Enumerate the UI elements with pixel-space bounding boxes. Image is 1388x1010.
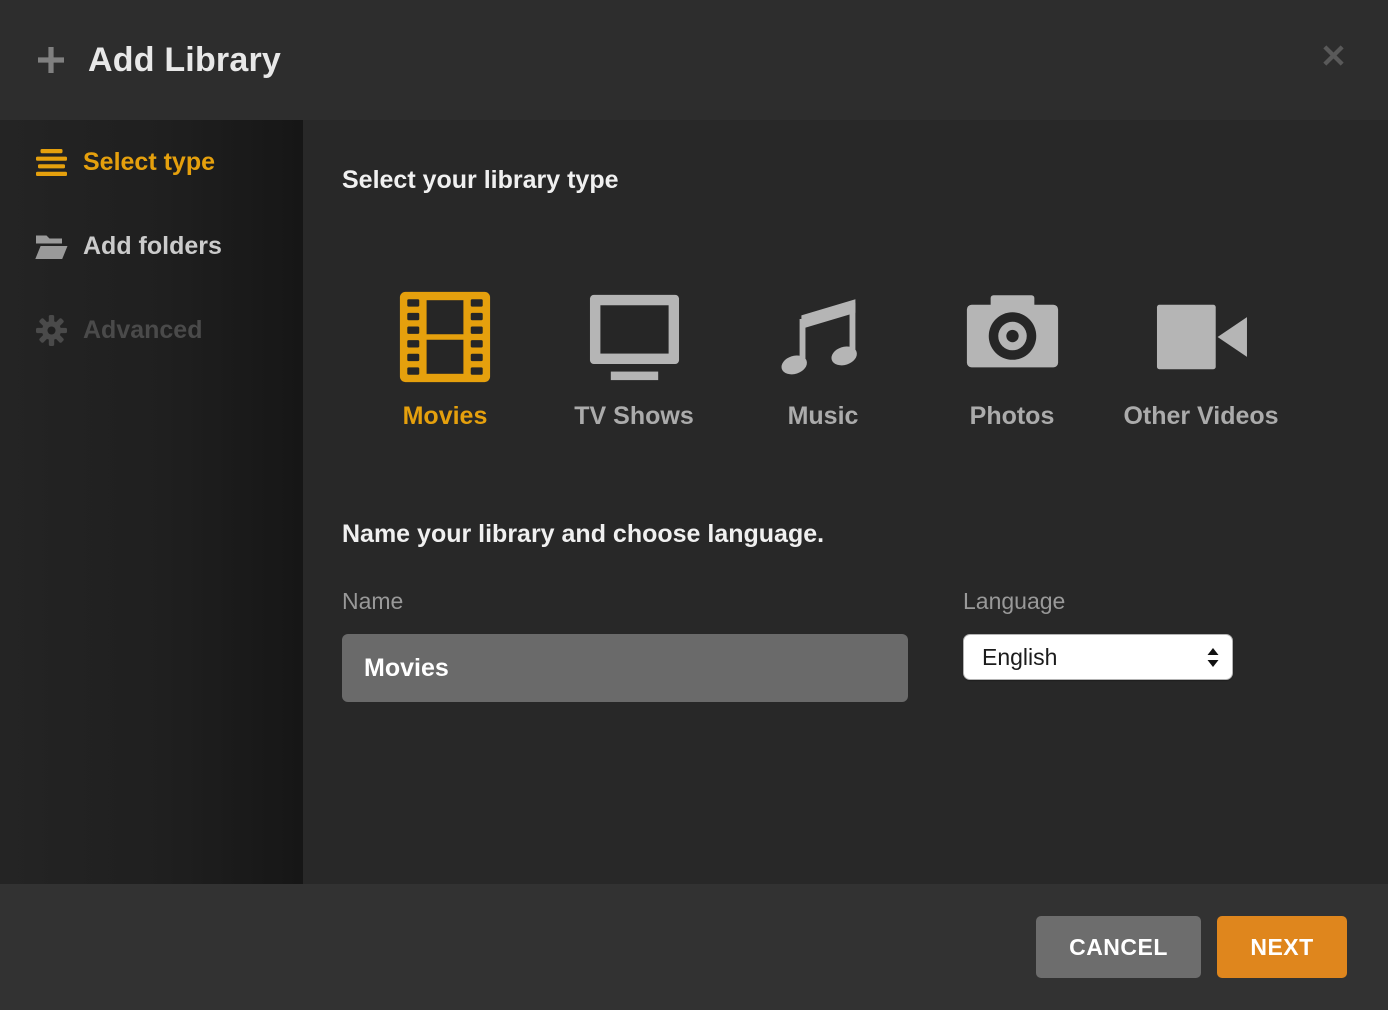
next-button[interactable]: NEXT — [1217, 916, 1347, 978]
library-type-label: Movies — [403, 402, 488, 431]
language-field-label: Language — [963, 588, 1065, 615]
library-type-heading: Select your library type — [342, 166, 619, 195]
library-name-input[interactable] — [342, 634, 908, 702]
music-note-icon — [778, 291, 868, 383]
library-type-tv-shows[interactable]: TV Shows — [558, 291, 710, 431]
library-type-movies[interactable]: Movies — [369, 291, 521, 431]
close-icon — [1320, 42, 1347, 72]
language-select[interactable]: English — [963, 634, 1233, 680]
wizard-steps-sidebar: Select type Add folders Advanc — [0, 120, 303, 884]
camera-icon — [965, 291, 1060, 383]
library-type-other-videos[interactable]: Other Videos — [1125, 291, 1277, 431]
video-camera-icon — [1154, 291, 1249, 383]
library-type-label: Other Videos — [1123, 402, 1278, 431]
dialog-header: Add Library — [0, 0, 1388, 120]
list-icon — [35, 148, 68, 177]
up-down-arrows-icon — [1207, 648, 1219, 667]
tv-icon — [587, 291, 682, 383]
name-field-label: Name — [342, 588, 403, 615]
library-type-label: Photos — [970, 402, 1055, 431]
dialog-content: Select your library type — [303, 120, 1388, 884]
dialog-footer: CANCEL NEXT — [0, 884, 1388, 1010]
library-type-photos[interactable]: Photos — [936, 291, 1088, 431]
folder-open-icon — [35, 233, 68, 260]
library-type-music[interactable]: Music — [747, 291, 899, 431]
sidebar-item-label: Advanced — [83, 316, 202, 345]
library-type-label: TV Shows — [574, 402, 693, 431]
sidebar-item-label: Add folders — [83, 232, 222, 261]
sidebar-item-advanced: Advanced — [0, 288, 303, 372]
cancel-button[interactable]: CANCEL — [1036, 916, 1201, 978]
sidebar-item-label: Select type — [83, 148, 215, 177]
film-strip-icon — [399, 291, 491, 383]
library-type-options: Movies TV Shows — [369, 291, 1277, 431]
sidebar-item-add-folders[interactable]: Add folders — [0, 204, 303, 288]
plus-icon — [36, 45, 66, 75]
gear-icon — [35, 315, 68, 346]
sidebar-item-select-type[interactable]: Select type — [0, 120, 303, 204]
library-type-label: Music — [788, 402, 859, 431]
close-button[interactable] — [1316, 40, 1350, 74]
language-select-value: English — [982, 644, 1057, 671]
dialog-title: Add Library — [88, 41, 281, 80]
name-language-heading: Name your library and choose language. — [342, 520, 824, 549]
